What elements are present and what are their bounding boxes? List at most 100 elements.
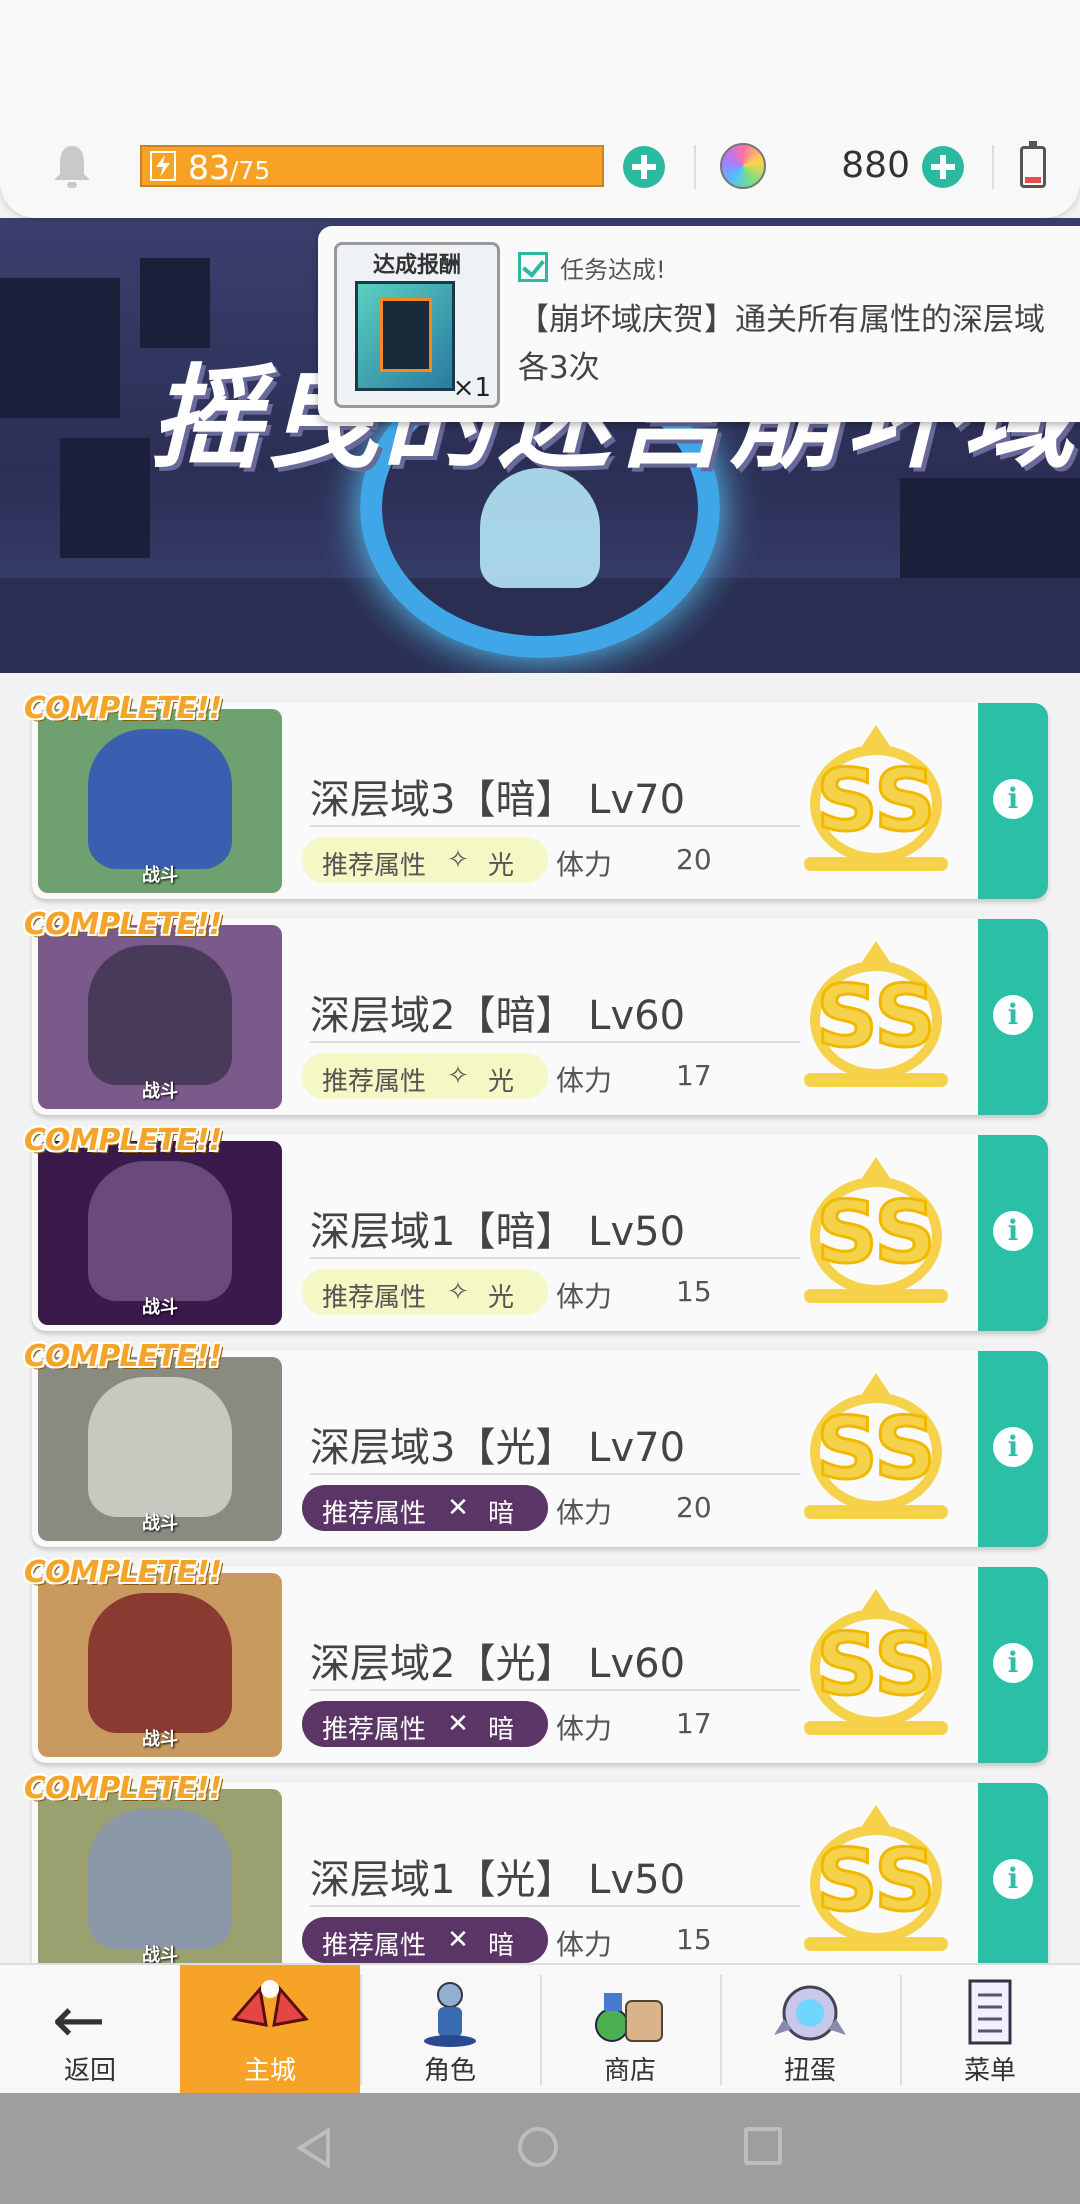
stage-card[interactable]: 战斗 深层域1【暗】 Lv50 推荐属性 ✧ 光 体力 15 SS i bbox=[32, 1135, 1048, 1331]
stamina-value: 15 bbox=[676, 1275, 712, 1308]
stage-thumbnail[interactable]: 战斗 bbox=[38, 1789, 282, 1963]
nav-gacha[interactable]: 扭蛋 bbox=[720, 1965, 900, 2095]
battle-label: 战斗 bbox=[142, 1081, 178, 1102]
stamina-value: 17 bbox=[676, 1707, 712, 1740]
battery-icon bbox=[1020, 141, 1046, 188]
info-button[interactable]: i bbox=[978, 1351, 1048, 1547]
ss-rank-icon: SS bbox=[800, 1805, 952, 1957]
stamina-label: 体力 bbox=[556, 1712, 613, 1745]
rank-text: SS bbox=[814, 1399, 937, 1499]
nav-label: 菜单 bbox=[963, 2056, 1016, 2086]
stage-thumbnail[interactable]: 战斗 bbox=[38, 1357, 282, 1541]
popup-description: 【崩坏域庆贺】通关所有属性的深层域各3次 bbox=[518, 302, 1045, 386]
stamina-value: 20 bbox=[676, 1491, 712, 1524]
info-icon: i bbox=[993, 1427, 1033, 1467]
monster-image bbox=[88, 945, 232, 1085]
info-button[interactable]: i bbox=[978, 703, 1048, 899]
info-icon: i bbox=[993, 779, 1033, 819]
ss-rank-icon: SS bbox=[800, 1157, 952, 1309]
info-icon: i bbox=[993, 1859, 1033, 1899]
add-gem-button[interactable] bbox=[922, 146, 964, 188]
monster-image bbox=[88, 1593, 232, 1733]
mission-complete-popup[interactable]: 达成报酬 ×1 任务达成! 【崩坏域庆贺】通关所有属性的深层域各3次 bbox=[318, 226, 1080, 422]
complete-badge: COMPLETE!! bbox=[24, 1555, 222, 1590]
stamina-label: 体力 bbox=[556, 1064, 613, 1097]
ss-rank-icon: SS bbox=[800, 1589, 952, 1741]
system-home-icon[interactable] bbox=[518, 2127, 558, 2167]
menu-icon bbox=[968, 1979, 1012, 2045]
attr-label: 推荐属性 bbox=[322, 851, 427, 881]
rank-text: SS bbox=[814, 751, 937, 851]
stage-card[interactable]: 战斗 深层域3【光】 Lv70 推荐属性 ✕ 暗 体力 20 SS i bbox=[32, 1351, 1048, 1547]
attr-name: 暗 bbox=[488, 1931, 515, 1961]
shop-icon bbox=[595, 1993, 663, 2042]
battle-label: 战斗 bbox=[142, 1945, 178, 1963]
info-icon: i bbox=[993, 995, 1033, 1035]
info-button[interactable]: i bbox=[978, 1135, 1048, 1331]
monster-image bbox=[88, 1377, 232, 1517]
nav-back[interactable]: ← 返回 bbox=[0, 1965, 180, 2095]
stage-title: 深层域2【光】 Lv60 bbox=[310, 1641, 686, 1687]
recommended-attribute: 推荐属性 ✕ 暗 bbox=[302, 1917, 548, 1963]
attr-label: 推荐属性 bbox=[322, 1499, 427, 1529]
stage-title: 深层域1【暗】 Lv50 bbox=[310, 1209, 686, 1255]
stage-thumbnail[interactable]: 战斗 bbox=[38, 709, 282, 893]
battle-label: 战斗 bbox=[142, 1729, 178, 1750]
stage-card[interactable]: 战斗 深层域3【暗】 Lv70 推荐属性 ✧ 光 体力 20 SS i bbox=[32, 703, 1048, 899]
gacha-icon bbox=[774, 1985, 846, 2041]
nav-label: 返回 bbox=[63, 2056, 116, 2086]
divider bbox=[310, 825, 800, 827]
nav-label: 商店 bbox=[603, 2056, 656, 2086]
info-button[interactable]: i bbox=[978, 919, 1048, 1115]
stage-title: 深层域3【暗】 Lv70 bbox=[310, 777, 686, 823]
nav-label: 角色 bbox=[423, 2056, 476, 2086]
rank-text: SS bbox=[814, 1183, 937, 1283]
nav-menu[interactable]: 菜单 bbox=[900, 1965, 1080, 2095]
divider bbox=[694, 145, 696, 189]
nav-character[interactable]: 角色 bbox=[360, 1965, 540, 2095]
back-arrow-icon: ← bbox=[52, 1984, 106, 2058]
recommended-attribute: 推荐属性 ✕ 暗 bbox=[302, 1701, 548, 1747]
stage-thumbnail[interactable]: 战斗 bbox=[38, 1573, 282, 1757]
stage-card[interactable]: 战斗 深层域2【暗】 Lv60 推荐属性 ✧ 光 体力 17 SS i bbox=[32, 919, 1048, 1115]
stage-list[interactable]: 战斗 深层域3【暗】 Lv70 推荐属性 ✧ 光 体力 20 SS i COMP… bbox=[0, 673, 1080, 1963]
monster-image bbox=[88, 729, 232, 869]
stamina-label: 体力 bbox=[556, 1496, 613, 1529]
info-button[interactable]: i bbox=[978, 1783, 1048, 1963]
stage-thumbnail[interactable]: 战斗 bbox=[38, 1141, 282, 1325]
stage-card[interactable]: 战斗 深层域1【光】 Lv50 推荐属性 ✕ 暗 体力 15 SS i bbox=[32, 1783, 1048, 1963]
stage-title: 深层域3【光】 Lv70 bbox=[310, 1425, 686, 1471]
monster-image bbox=[88, 1809, 232, 1949]
stamina-value: 20 bbox=[676, 843, 712, 876]
add-energy-button[interactable] bbox=[623, 146, 665, 188]
popup-status: 任务达成! bbox=[560, 256, 666, 284]
reward-item-icon bbox=[355, 281, 455, 391]
bottom-navigation: ← 返回 主城 角色 商店 扭蛋 菜单 bbox=[0, 1963, 1080, 2095]
nav-label: 主城 bbox=[243, 2056, 296, 2086]
system-back-icon[interactable] bbox=[296, 2127, 330, 2169]
stage-thumbnail[interactable]: 战斗 bbox=[38, 925, 282, 1109]
recommended-attribute: 推荐属性 ✧ 光 bbox=[302, 1269, 548, 1315]
complete-badge: COMPLETE!! bbox=[24, 1771, 222, 1806]
stage-card[interactable]: 战斗 深层域2【光】 Lv60 推荐属性 ✕ 暗 体力 17 SS i bbox=[32, 1567, 1048, 1763]
info-icon: i bbox=[993, 1211, 1033, 1251]
stamina-value: 17 bbox=[676, 1059, 712, 1092]
bell-icon[interactable] bbox=[50, 142, 94, 190]
attr-name: 暗 bbox=[488, 1715, 515, 1745]
system-recents-icon[interactable] bbox=[744, 2127, 782, 2165]
divider bbox=[310, 1905, 800, 1907]
recommended-attribute: 推荐属性 ✧ 光 bbox=[302, 1053, 548, 1099]
light-element-icon: ✧ bbox=[447, 1277, 469, 1307]
battle-label: 战斗 bbox=[142, 1513, 178, 1534]
nav-shop[interactable]: 商店 bbox=[540, 1965, 720, 2095]
attr-name: 光 bbox=[488, 851, 515, 881]
energy-value: 83/75 bbox=[188, 148, 271, 187]
stage-title: 深层域1【光】 Lv50 bbox=[310, 1857, 686, 1903]
lightning-icon bbox=[150, 151, 176, 181]
complete-badge: COMPLETE!! bbox=[24, 691, 222, 726]
checkbox-icon bbox=[518, 252, 548, 282]
dark-element-icon: ✕ bbox=[447, 1925, 469, 1955]
nav-castle[interactable]: 主城 bbox=[180, 1965, 360, 2095]
stamina-label: 体力 bbox=[556, 1280, 613, 1313]
info-button[interactable]: i bbox=[978, 1567, 1048, 1763]
